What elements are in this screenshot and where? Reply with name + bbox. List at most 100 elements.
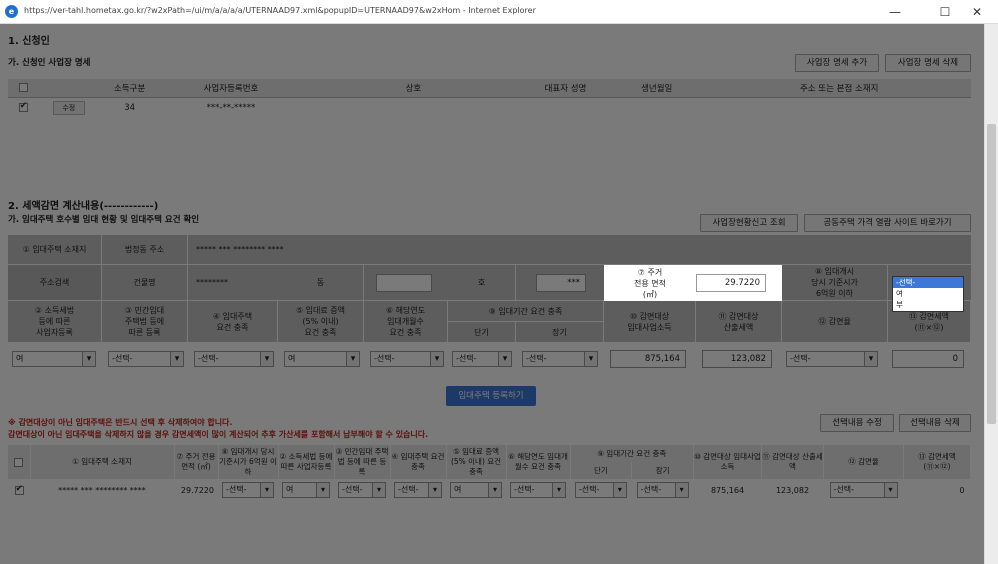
- list-header-tax: ⑪ 감면대상 산출세액: [761, 445, 824, 479]
- header-trade-name: 상호: [301, 79, 525, 98]
- list-row-loc: ***** *** ******** ****: [58, 485, 146, 495]
- col11-label: ⑪ 감면대상 산출세액: [696, 301, 782, 343]
- list-row-long-select[interactable]: -선택-: [636, 482, 689, 498]
- list-header-long: 장기: [631, 462, 694, 479]
- list-row-income: 875,164: [710, 485, 745, 495]
- list-row-rate-select[interactable]: -선택-: [829, 482, 898, 498]
- row-checkbox-cell: [8, 97, 38, 119]
- header-bizno: 사업자등록번호: [160, 79, 302, 98]
- warning-line-1: ※ 감면대상이 아닌 임대주택은 반드시 선택 후 삭제하여야 합니다.: [8, 418, 233, 427]
- address-search-button[interactable]: 주소검색: [8, 265, 102, 301]
- window-url: https://ver-tahl.hometax.go.kr/?w2xPath=…: [24, 6, 536, 15]
- edit-selection-button[interactable]: 선택내용 수정: [820, 414, 894, 432]
- page-content: 1. 신청인 가. 신청인 사업장 명세 사업장 명세 추가 사업장 명세 삭제…: [0, 24, 984, 564]
- close-button[interactable]: ✕: [962, 3, 992, 21]
- housing-list-table: ① 임대주택 소재지 ⑦ 주거 전용 면적 (㎡) ⑧ 임대개시 당시 기준시가…: [8, 445, 971, 501]
- dropdown-option-no[interactable]: 부: [893, 299, 963, 310]
- business-status-button[interactable]: 사업장현황신고 조회: [700, 214, 798, 232]
- header-address: 주소 또는 본점 소재지: [707, 79, 971, 98]
- minimize-button[interactable]: —: [880, 3, 910, 21]
- business-table: 소득구분 사업자등록번호 상호 대표자 성명 생년월일 주소 또는 본점 소재지…: [8, 79, 971, 119]
- header-checkbox-cell: [8, 79, 39, 98]
- list-row-c5-select[interactable]: 여: [450, 482, 502, 498]
- c5-select[interactable]: 여: [284, 351, 360, 367]
- rate-select[interactable]: -선택-: [786, 351, 878, 367]
- row-checkbox[interactable]: [18, 101, 28, 113]
- c6-select[interactable]: -선택-: [370, 351, 444, 367]
- section1-title: 1. 신청인: [8, 36, 50, 47]
- select-all-checkbox[interactable]: [18, 82, 28, 92]
- scroll-thumb[interactable]: [987, 124, 996, 424]
- list-header-reduce: ⑬ 감면세액 (⑪×⑫): [903, 445, 971, 479]
- price-dropdown-list[interactable]: -선택- 여 부: [892, 276, 964, 312]
- list-row-c3-select[interactable]: -선택-: [338, 482, 386, 498]
- list-row-price-select[interactable]: -선택-: [222, 482, 274, 498]
- col5-label: ⑤ 임대료 증액 (5% 이내) 요건 충족: [278, 301, 364, 343]
- legal-dong-label: 법정동 주소: [102, 235, 188, 265]
- list-select-all-checkbox[interactable]: [14, 457, 24, 467]
- list-header-c6: ⑥ 해당연도 임대개월수 요건 충족: [506, 445, 571, 479]
- ho-label: 호: [448, 265, 516, 301]
- tax-input[interactable]: 123,082: [702, 350, 772, 368]
- section2-subtitle: 가. 임대주택 호수별 임대 현황 및 임대주택 요건 확인: [8, 215, 200, 225]
- col9-label: ⑨ 임대기간 요건 충족: [448, 301, 604, 322]
- header-income-type: 소득구분: [99, 79, 161, 98]
- list-header-area: ⑦ 주거 전용 면적 (㎡): [174, 445, 219, 479]
- dong-label: 동: [278, 265, 364, 301]
- list-row-c6-select[interactable]: -선택-: [510, 482, 566, 498]
- building-label: 건물명: [102, 265, 188, 301]
- short-label: 단기: [448, 322, 516, 343]
- delete-selection-button[interactable]: 선택내용 삭제: [899, 414, 971, 432]
- title-bar: e https://ver-tahl.hometax.go.kr/?w2xPat…: [0, 0, 998, 24]
- list-row-tax: 123,082: [775, 485, 810, 495]
- list-header-c3: ③ 민간임대 주택법 등에 따른 등록: [334, 445, 391, 479]
- warning-line-2: 감면대상이 아닌 임대주택을 삭제하지 않을 경우 감면세액이 많이 계산되어 …: [8, 430, 429, 439]
- section1-subtitle: 가. 신청인 사업장 명세: [8, 58, 91, 68]
- list-row-area: 29.7220: [180, 485, 214, 495]
- table-row[interactable]: 수정 34 ***-**-*****: [8, 97, 971, 119]
- list-row-checkbox[interactable]: [14, 484, 24, 495]
- dropdown-option-yes[interactable]: 여: [893, 288, 963, 299]
- list-row-c2-select[interactable]: 여: [282, 482, 330, 498]
- list-row-short-select[interactable]: -선택-: [574, 482, 627, 498]
- add-business-button[interactable]: 사업장 명세 추가: [795, 54, 879, 72]
- header-birth: 생년월일: [606, 79, 708, 98]
- row-income-type: 34: [124, 103, 136, 114]
- list-header-c4: ④ 임대주택 요건 충족: [390, 445, 447, 479]
- highlighted-area-field: ⑦ 주거 전용 면적 (㎡) 29.7220: [604, 265, 782, 301]
- list-header-rate: ⑫ 감면율: [823, 445, 904, 479]
- area-label: ⑦ 주거 전용 면적 (㎡): [604, 265, 696, 301]
- vertical-scrollbar[interactable]: [984, 24, 998, 564]
- long-label: 장기: [516, 322, 604, 343]
- housing-price-button[interactable]: 공동주택 가격 열람 사이트 바로가기: [804, 214, 971, 232]
- list-row-c4-select[interactable]: -선택-: [394, 482, 442, 498]
- section2-title: 2. 세액감면 계산내용(------------): [8, 201, 159, 212]
- list-header-short: 단기: [570, 462, 633, 479]
- table-row[interactable]: ***** *** ******** **** 29.7220 -선택- 여 -…: [8, 479, 971, 501]
- business-table-header: 소득구분 사업자등록번호 상호 대표자 성명 생년월일 주소 또는 본점 소재지: [8, 79, 971, 98]
- row-edit-button[interactable]: 수정: [52, 101, 85, 116]
- income-input[interactable]: 875,164: [610, 350, 686, 368]
- location-label: ① 임대주택 소재지: [8, 235, 102, 265]
- c3-select[interactable]: -선택-: [108, 351, 184, 367]
- area-input[interactable]: 29.7220: [696, 274, 766, 292]
- row-edit-cell: 수정: [38, 97, 99, 119]
- col3-label: ③ 민간임대 주택법 등에 따른 등록: [102, 301, 188, 343]
- c2-select[interactable]: 여: [12, 351, 96, 367]
- maximize-button[interactable]: ☐: [930, 3, 960, 21]
- dong-input[interactable]: [376, 274, 432, 292]
- short-select[interactable]: -선택-: [452, 351, 512, 367]
- c4-select[interactable]: -선택-: [194, 351, 274, 367]
- building-value: ********: [188, 265, 278, 301]
- long-select[interactable]: -선택-: [522, 351, 598, 367]
- ho-input[interactable]: ***: [536, 274, 586, 292]
- col12-label: ⑫ 감면율: [782, 301, 888, 343]
- register-housing-button[interactable]: 임대주택 등록하기: [446, 386, 536, 406]
- col4-label: ④ 임대주택 요건 충족: [188, 301, 278, 343]
- delete-business-button[interactable]: 사업장 명세 삭제: [885, 54, 971, 72]
- col6-label: ⑥ 해당연도 임대개월수 요건 충족: [364, 301, 448, 343]
- dropdown-option-select[interactable]: -선택-: [893, 277, 963, 288]
- reduce-input[interactable]: 0: [892, 350, 964, 368]
- list-header-c2: ② 소득세법 등에 따른 사업자등록: [278, 445, 335, 479]
- legal-dong-value: ***** *** ******** ****: [188, 235, 971, 265]
